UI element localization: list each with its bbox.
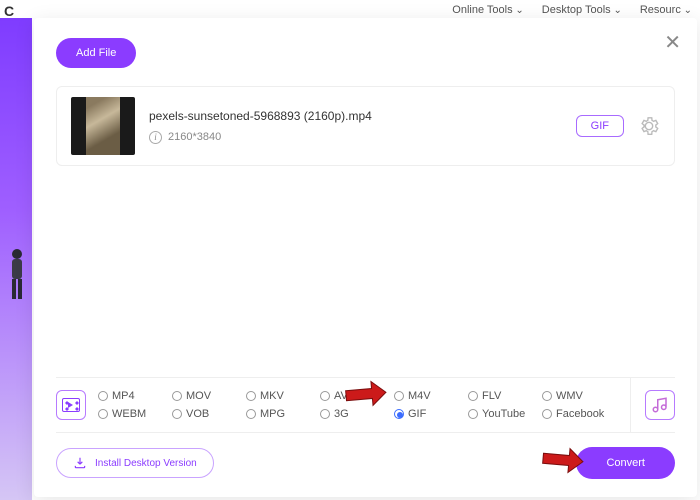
format-label: MP4: [112, 390, 135, 402]
format-label: MKV: [260, 390, 284, 402]
gear-icon[interactable]: [638, 115, 660, 137]
format-option-3g[interactable]: 3G: [320, 408, 390, 420]
nav-online-tools[interactable]: Online Tools: [452, 4, 524, 16]
format-label: WEBM: [112, 408, 146, 420]
file-resolution: 2160*3840: [168, 131, 221, 143]
radio-icon: [468, 391, 478, 401]
radio-icon: [98, 391, 108, 401]
format-option-mpg[interactable]: MPG: [246, 408, 316, 420]
format-label: GIF: [408, 408, 426, 420]
close-icon[interactable]: ✕: [664, 30, 681, 55]
nav-desktop-tools[interactable]: Desktop Tools: [542, 4, 622, 16]
file-name-label: pexels-sunsetoned-5968893 (2160p).mp4: [149, 109, 562, 123]
install-desktop-button[interactable]: Install Desktop Version: [56, 448, 214, 478]
radio-icon: [246, 391, 256, 401]
target-format-badge[interactable]: GIF: [576, 115, 624, 137]
format-options: MP4 MOV MKV AVI M4V FLV WMV WEBM VOB MPG 3G GIF YouT…: [56, 377, 675, 433]
format-option-facebook[interactable]: Facebook: [542, 408, 612, 420]
video-thumbnail[interactable]: [71, 97, 135, 155]
radio-icon: [542, 391, 552, 401]
video-tab-icon[interactable]: [56, 390, 86, 420]
format-label: Facebook: [556, 408, 604, 420]
audio-tab-icon[interactable]: [645, 390, 675, 420]
format-option-webm[interactable]: WEBM: [98, 408, 168, 420]
radio-icon: [394, 409, 404, 419]
converter-modal: ✕ Add File pexels-sunsetoned-5968893 (21…: [34, 18, 697, 497]
file-card: pexels-sunsetoned-5968893 (2160p).mp4 i …: [56, 86, 675, 166]
format-label: M4V: [408, 390, 431, 402]
sidebar-hero: [0, 18, 32, 500]
radio-icon: [320, 409, 330, 419]
radio-icon: [320, 391, 330, 401]
divider: [630, 378, 631, 432]
radio-icon: [172, 391, 182, 401]
radio-icon: [172, 409, 182, 419]
format-option-mkv[interactable]: MKV: [246, 390, 316, 402]
hero-figure: [6, 248, 28, 306]
format-option-wmv[interactable]: WMV: [542, 390, 612, 402]
radio-icon: [468, 409, 478, 419]
format-option-gif[interactable]: GIF: [394, 408, 464, 420]
radio-icon: [542, 409, 552, 419]
convert-button[interactable]: Convert: [576, 447, 675, 479]
format-label: MPG: [260, 408, 285, 420]
format-label: AVI: [334, 390, 351, 402]
top-nav: Online Tools Desktop Tools Resourc: [452, 4, 692, 16]
format-label: FLV: [482, 390, 501, 402]
radio-icon: [98, 409, 108, 419]
format-label: VOB: [186, 408, 209, 420]
add-file-button[interactable]: Add File: [56, 38, 136, 68]
format-option-avi[interactable]: AVI: [320, 390, 390, 402]
radio-icon: [246, 409, 256, 419]
radio-icon: [394, 391, 404, 401]
format-label: 3G: [334, 408, 349, 420]
format-option-vob[interactable]: VOB: [172, 408, 242, 420]
format-option-mp4[interactable]: MP4: [98, 390, 168, 402]
format-label: YouTube: [482, 408, 525, 420]
format-option-m4v[interactable]: M4V: [394, 390, 464, 402]
format-option-flv[interactable]: FLV: [468, 390, 538, 402]
download-icon: [73, 456, 87, 470]
install-label: Install Desktop Version: [95, 458, 197, 469]
info-icon[interactable]: i: [149, 131, 162, 144]
format-option-mov[interactable]: MOV: [172, 390, 242, 402]
format-label: WMV: [556, 390, 583, 402]
format-option-youtube[interactable]: YouTube: [468, 408, 538, 420]
nav-resources[interactable]: Resourc: [640, 4, 692, 16]
logo: C: [4, 3, 14, 19]
modal-footer: Install Desktop Version Convert: [56, 447, 675, 479]
format-label: MOV: [186, 390, 211, 402]
